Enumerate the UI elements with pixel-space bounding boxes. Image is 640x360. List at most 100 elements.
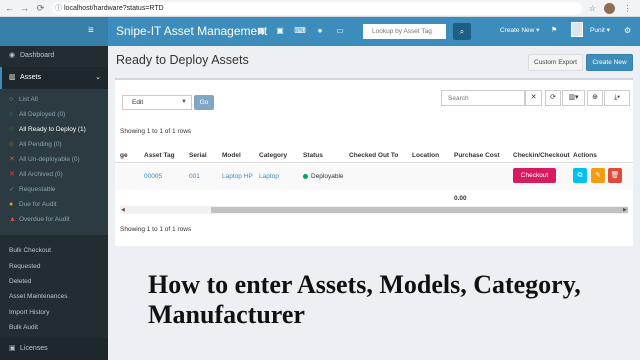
status-icon: ○ bbox=[9, 141, 14, 148]
column-header[interactable]: Model bbox=[222, 151, 241, 160]
accessories-icon[interactable]: ⌨ bbox=[293, 25, 307, 37]
checkout-button[interactable]: Checkout bbox=[513, 168, 556, 183]
sidebar-item-label: Assets bbox=[20, 74, 42, 81]
sidebar-item-label: All Un-deployable (0) bbox=[19, 156, 80, 163]
status-icon: ○ bbox=[9, 111, 14, 118]
gear-icon[interactable]: ⚙ bbox=[624, 25, 631, 37]
column-header[interactable]: Checkin/Checkout bbox=[513, 151, 570, 160]
custom-export-button[interactable]: Custom Export bbox=[528, 54, 583, 71]
sidebar-link[interactable]: Bulk Audit bbox=[0, 320, 108, 335]
column-header[interactable]: Category bbox=[259, 151, 287, 160]
column-header[interactable]: Location bbox=[412, 151, 439, 160]
bulk-action-value: Edit bbox=[132, 99, 144, 106]
status-dot-icon bbox=[303, 174, 308, 179]
search-input[interactable] bbox=[441, 90, 525, 106]
status-icon: ✓ bbox=[9, 186, 15, 193]
download-icon[interactable]: ⤓▾ bbox=[604, 90, 630, 106]
sidebar-item-licenses[interactable]: ▣ Licenses bbox=[0, 338, 108, 360]
sidebar-item-all-deployed[interactable]: ○ All Deployed (0) bbox=[0, 107, 108, 122]
sidebar-link[interactable]: Requested bbox=[0, 259, 108, 274]
scrollbar-thumb[interactable] bbox=[211, 207, 628, 213]
column-header[interactable]: ge bbox=[120, 151, 128, 160]
search-icon[interactable]: ⌕ bbox=[453, 23, 471, 40]
sidebar-item-all-archived[interactable]: ✕ All Archived (0) bbox=[0, 167, 108, 182]
sidebar-item-label: Due for Audit bbox=[19, 201, 57, 208]
sidebar-item-due-for-audit[interactable]: ● Due for Audit bbox=[0, 197, 108, 212]
user-menu[interactable]: Punit ▾ bbox=[590, 25, 610, 37]
column-header[interactable]: Actions bbox=[573, 151, 597, 160]
edit-icon[interactable]: ✎ bbox=[591, 168, 605, 183]
forward-icon[interactable]: → bbox=[19, 3, 30, 14]
pagination-info-bottom: Showing 1 to 1 of 1 rows bbox=[120, 226, 192, 233]
columns-icon[interactable]: ▥▾ bbox=[562, 90, 585, 106]
sidebar-item-label: Licenses bbox=[20, 345, 48, 352]
chevron-down-icon: ▼ bbox=[181, 99, 187, 105]
sidebar-item-overdue-for-audit[interactable]: ▲ Overdue for Audit bbox=[0, 212, 108, 227]
asset-tag-cell[interactable]: 00005 bbox=[144, 172, 162, 181]
licenses-icon[interactable]: ▣ bbox=[273, 25, 287, 37]
sidebar-item-dashboard[interactable]: ◉ Dashboard bbox=[0, 45, 108, 67]
barcode-icon: ▥ bbox=[9, 74, 16, 81]
sidebar-item-assets[interactable]: ▥ Assets ⌄ bbox=[0, 67, 108, 89]
back-icon[interactable]: ← bbox=[4, 3, 15, 14]
sidebar-link[interactable]: Bulk Checkout bbox=[0, 243, 108, 258]
create-new-button[interactable]: Create New bbox=[586, 54, 633, 71]
components-icon[interactable]: ▭ bbox=[333, 25, 347, 37]
purchase-cost-total: 0.00 bbox=[454, 195, 467, 202]
sidebar-link[interactable]: Import History bbox=[0, 305, 108, 320]
sidebar-item-all-ready-to-deploy[interactable]: ○ All Ready to Deploy (1) bbox=[0, 122, 108, 137]
scroll-right-icon[interactable]: ▶ bbox=[623, 206, 627, 214]
sidebar-item-all-pending[interactable]: ○ All Pending (0) bbox=[0, 137, 108, 152]
scroll-left-icon[interactable]: ◀ bbox=[121, 206, 125, 214]
profile-avatar[interactable] bbox=[604, 3, 615, 14]
assets-icon[interactable]: ▦ bbox=[254, 25, 268, 37]
sidebar-link[interactable]: Asset Maintenances bbox=[0, 289, 108, 304]
video-caption: How to enter Assets, Models, Category, M… bbox=[148, 270, 581, 329]
sidebar-item-label: Overdue for Audit bbox=[19, 216, 70, 223]
create-new-dropdown[interactable]: Create New ▾ bbox=[500, 25, 539, 37]
pagination-info-top: Showing 1 to 1 of 1 rows bbox=[120, 128, 192, 135]
column-header[interactable]: Checked Out To bbox=[349, 151, 398, 160]
delete-icon[interactable]: 🗑 bbox=[608, 168, 622, 183]
status-icon: ● bbox=[9, 201, 14, 208]
status-icon: ✕ bbox=[9, 156, 15, 163]
go-button[interactable]: Go bbox=[194, 95, 214, 110]
chevron-down-icon: ⌄ bbox=[95, 74, 101, 81]
info-icon: ⓘ bbox=[55, 5, 62, 12]
save-icon: ▣ bbox=[9, 345, 16, 352]
sidebar-link[interactable]: Deleted bbox=[0, 274, 108, 289]
status-icon: ○ bbox=[9, 126, 14, 133]
column-header[interactable]: Status bbox=[303, 151, 323, 160]
user-avatar[interactable] bbox=[571, 22, 583, 37]
status-icon: ✕ bbox=[9, 171, 15, 178]
refresh-icon[interactable]: ⟳ bbox=[545, 90, 561, 106]
address-bar[interactable]: ⓘ localhost/hardware?status=RTD bbox=[52, 2, 582, 15]
sidebar-item-label: Dashboard bbox=[20, 52, 55, 59]
category-cell[interactable]: Laptop bbox=[259, 172, 279, 181]
star-icon[interactable]: ☆ bbox=[587, 3, 598, 14]
asset-tag-lookup-input[interactable] bbox=[363, 24, 446, 39]
model-cell[interactable]: Laptop HP bbox=[222, 172, 253, 181]
bulk-action-select[interactable]: Edit ▼ bbox=[122, 95, 192, 110]
flag-icon[interactable]: ⚑ bbox=[551, 25, 557, 37]
hamburger-icon[interactable]: ≡ bbox=[88, 26, 99, 36]
reload-icon[interactable]: ⟳ bbox=[35, 3, 46, 14]
clear-search-icon[interactable]: ✕ bbox=[525, 90, 542, 106]
dashboard-icon: ◉ bbox=[9, 52, 16, 59]
column-header[interactable]: Purchase Cost bbox=[454, 151, 500, 160]
brand-title[interactable]: Snipe-IT Asset Management bbox=[116, 24, 267, 38]
more-icon[interactable]: ⋮ bbox=[622, 3, 633, 14]
page-title: Ready to Deploy Assets bbox=[116, 53, 249, 67]
column-header[interactable]: Serial bbox=[189, 151, 207, 160]
sidebar-item-all-un-deployable[interactable]: ✕ All Un-deployable (0) bbox=[0, 152, 108, 167]
clone-icon[interactable]: ⧉ bbox=[573, 168, 587, 183]
consumables-icon[interactable]: ● bbox=[313, 25, 327, 37]
zoom-icon[interactable]: ⊕ bbox=[587, 90, 603, 106]
column-header[interactable]: Asset Tag bbox=[144, 151, 175, 160]
serial-cell[interactable]: 001 bbox=[189, 172, 200, 181]
sidebar-item-label: Requestable bbox=[19, 186, 56, 193]
sidebar-item-list-all[interactable]: ○ List All bbox=[0, 92, 108, 107]
sidebar-item-label: All Deployed (0) bbox=[19, 111, 66, 118]
sidebar-item-requestable[interactable]: ✓ Requestable bbox=[0, 182, 108, 197]
status-cell: Deployable bbox=[311, 173, 344, 180]
